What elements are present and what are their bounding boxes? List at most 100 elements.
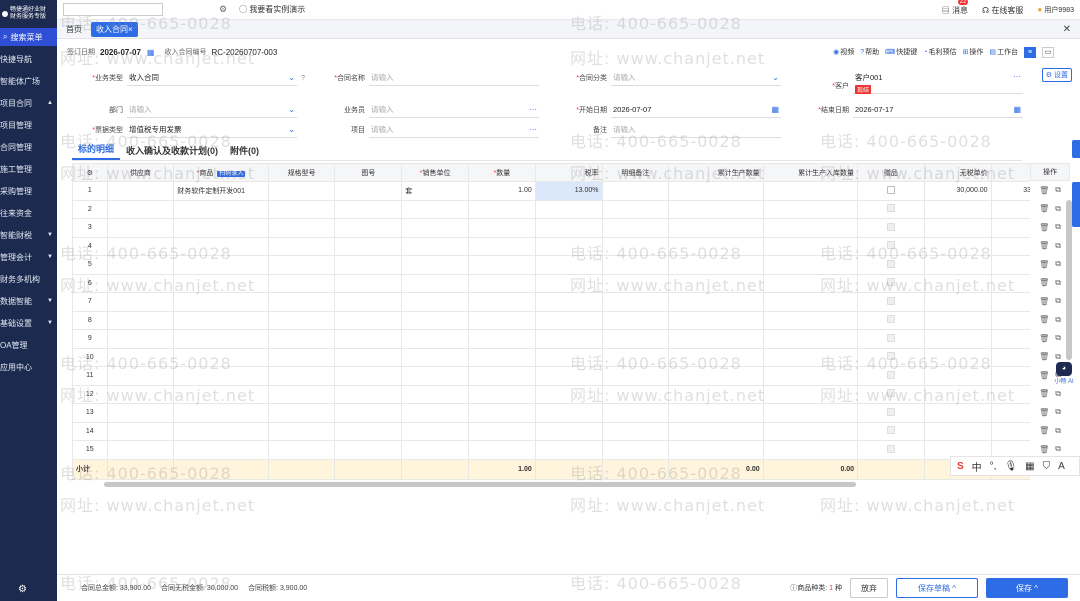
delete-icon[interactable]: 🗑	[1039, 260, 1049, 269]
cell-remark[interactable]	[601, 218, 670, 238]
cell-untaxed-price[interactable]	[923, 255, 992, 275]
gift-checkbox[interactable]	[886, 259, 895, 268]
cell-cum-prod[interactable]	[668, 310, 764, 330]
side-tab-middle[interactable]	[1072, 182, 1080, 227]
cell-unit[interactable]	[401, 292, 469, 312]
cell-cum-prod-in[interactable]	[762, 310, 859, 330]
cell-remark[interactable]	[601, 384, 670, 404]
ime-font-toggle[interactable]: A	[1058, 461, 1065, 472]
delete-icon[interactable]: 🗑	[1039, 426, 1049, 435]
cell-cum-prod[interactable]	[668, 292, 764, 312]
cell-gift[interactable]	[857, 255, 925, 275]
scan-entry-button[interactable]: 扫码录入	[217, 170, 246, 177]
cell-product[interactable]	[173, 199, 269, 219]
sign-date-value[interactable]: 2026-07-07	[100, 48, 141, 57]
ime-logo-icon[interactable]: S	[957, 461, 964, 472]
cell-unit[interactable]	[401, 236, 469, 256]
cell-product[interactable]	[173, 273, 269, 293]
ai-assistant-button[interactable]: ◕ 小畅 AI	[1050, 362, 1078, 388]
cell-drawing-no[interactable]	[334, 181, 403, 201]
sidebar-item-2[interactable]: 项目合同 ▲	[0, 92, 57, 114]
cell-qty[interactable]	[467, 403, 536, 423]
sidebar-item-13[interactable]: OA管理	[0, 334, 57, 356]
cell-spec[interactable]	[267, 366, 336, 386]
sidebar-item-3[interactable]: 项目管理	[0, 114, 57, 136]
save-draft-button[interactable]: 保存草稿 ^	[896, 578, 978, 598]
copy-icon[interactable]: ⧉	[1055, 407, 1061, 417]
table-row[interactable]: 1财务软件定制开发001套1.0013.00%30,000.0033,900.0…	[72, 181, 1038, 201]
cell-supplier[interactable]	[106, 236, 175, 256]
close-icon[interactable]: ✕	[1063, 24, 1071, 35]
cell-product[interactable]	[173, 366, 269, 386]
cell-remark[interactable]	[601, 273, 670, 293]
cell-cum-prod-in[interactable]	[762, 329, 859, 349]
cell-tax-rate[interactable]	[534, 273, 603, 293]
cell-drawing-no[interactable]	[334, 199, 403, 219]
delete-icon[interactable]: 🗑	[1039, 408, 1049, 417]
gift-checkbox[interactable]	[886, 407, 895, 416]
cell-supplier[interactable]	[106, 199, 175, 219]
cell-unit[interactable]	[401, 403, 469, 423]
cell-untaxed-price[interactable]	[923, 421, 992, 441]
cell-product[interactable]	[173, 255, 269, 275]
cell-spec[interactable]	[267, 347, 336, 367]
remark-input[interactable]: 请输入	[611, 122, 781, 138]
cell-gift[interactable]	[857, 310, 925, 330]
gift-checkbox[interactable]	[886, 333, 895, 342]
settings-gear-icon[interactable]: ⚙	[18, 584, 27, 595]
cell-product[interactable]: 财务软件定制开发001	[173, 181, 269, 201]
delete-icon[interactable]: 🗑	[1039, 278, 1049, 287]
contract-category-select[interactable]: 请输入 ⌄	[611, 70, 781, 86]
table-row[interactable]: 5	[72, 255, 1038, 275]
cell-spec[interactable]	[267, 403, 336, 423]
cell-qty[interactable]	[467, 292, 536, 312]
cell-cum-prod[interactable]	[668, 273, 764, 293]
messages-button[interactable]: ▤ 消息 22	[942, 0, 969, 16]
delete-icon[interactable]: 🗑	[1039, 223, 1049, 232]
cell-cum-prod-in[interactable]	[762, 421, 859, 441]
end-date-input[interactable]: 2026-07-17 ▦	[853, 102, 1023, 118]
cell-product[interactable]	[173, 384, 269, 404]
project-input[interactable]: 请输入 ···	[369, 122, 539, 138]
cell-untaxed-price[interactable]	[923, 236, 992, 256]
side-tab-top[interactable]	[1072, 140, 1080, 158]
video-button[interactable]: ◉视频	[833, 47, 854, 57]
column-settings-icon[interactable]: ⚙	[72, 163, 108, 182]
cell-cum-prod[interactable]	[668, 255, 764, 275]
shortcut-button[interactable]: ⌨快捷键	[885, 47, 917, 57]
business-type-select[interactable]: 收入合同 ⌄	[127, 70, 297, 86]
delete-icon[interactable]: 🗑	[1039, 371, 1049, 380]
cell-gift[interactable]	[857, 236, 925, 256]
cell-remark[interactable]	[601, 292, 670, 312]
operation-button[interactable]: ⊞操作	[963, 47, 984, 57]
delete-icon[interactable]: 🗑	[1039, 315, 1049, 324]
cell-untaxed-price[interactable]	[923, 403, 992, 423]
horizontal-scrollbar[interactable]	[104, 482, 856, 487]
cell-cum-prod-in[interactable]	[762, 218, 859, 238]
cell-untaxed-price[interactable]	[923, 273, 992, 293]
table-row[interactable]: 15	[72, 440, 1038, 460]
tab-subject-details[interactable]: 标的明细	[72, 142, 121, 160]
cell-cum-prod[interactable]	[668, 421, 764, 441]
tab-home[interactable]: 首页	[61, 22, 87, 37]
cell-cum-prod[interactable]	[668, 384, 764, 404]
cell-cum-prod-in[interactable]	[762, 366, 859, 386]
cell-drawing-no[interactable]	[334, 384, 403, 404]
cell-cum-prod[interactable]	[668, 181, 764, 201]
cell-unit[interactable]	[401, 310, 469, 330]
online-service-button[interactable]: ☊ 在线客服	[982, 5, 1023, 16]
copy-icon[interactable]: ⧉	[1055, 204, 1061, 214]
cell-spec[interactable]	[267, 181, 336, 201]
help-button[interactable]: ?帮助	[860, 47, 879, 57]
copy-icon[interactable]: ⧉	[1055, 259, 1061, 269]
copy-icon[interactable]: ⧉	[1055, 426, 1061, 436]
save-button[interactable]: 保存 ^	[986, 578, 1068, 598]
cell-supplier[interactable]	[106, 273, 175, 293]
cell-product[interactable]	[173, 218, 269, 238]
cell-spec[interactable]	[267, 292, 336, 312]
cell-unit[interactable]	[401, 366, 469, 386]
cell-tax-rate[interactable]	[534, 255, 603, 275]
cell-qty[interactable]	[467, 273, 536, 293]
cell-tax-rate[interactable]	[534, 310, 603, 330]
cell-product[interactable]	[173, 440, 269, 460]
